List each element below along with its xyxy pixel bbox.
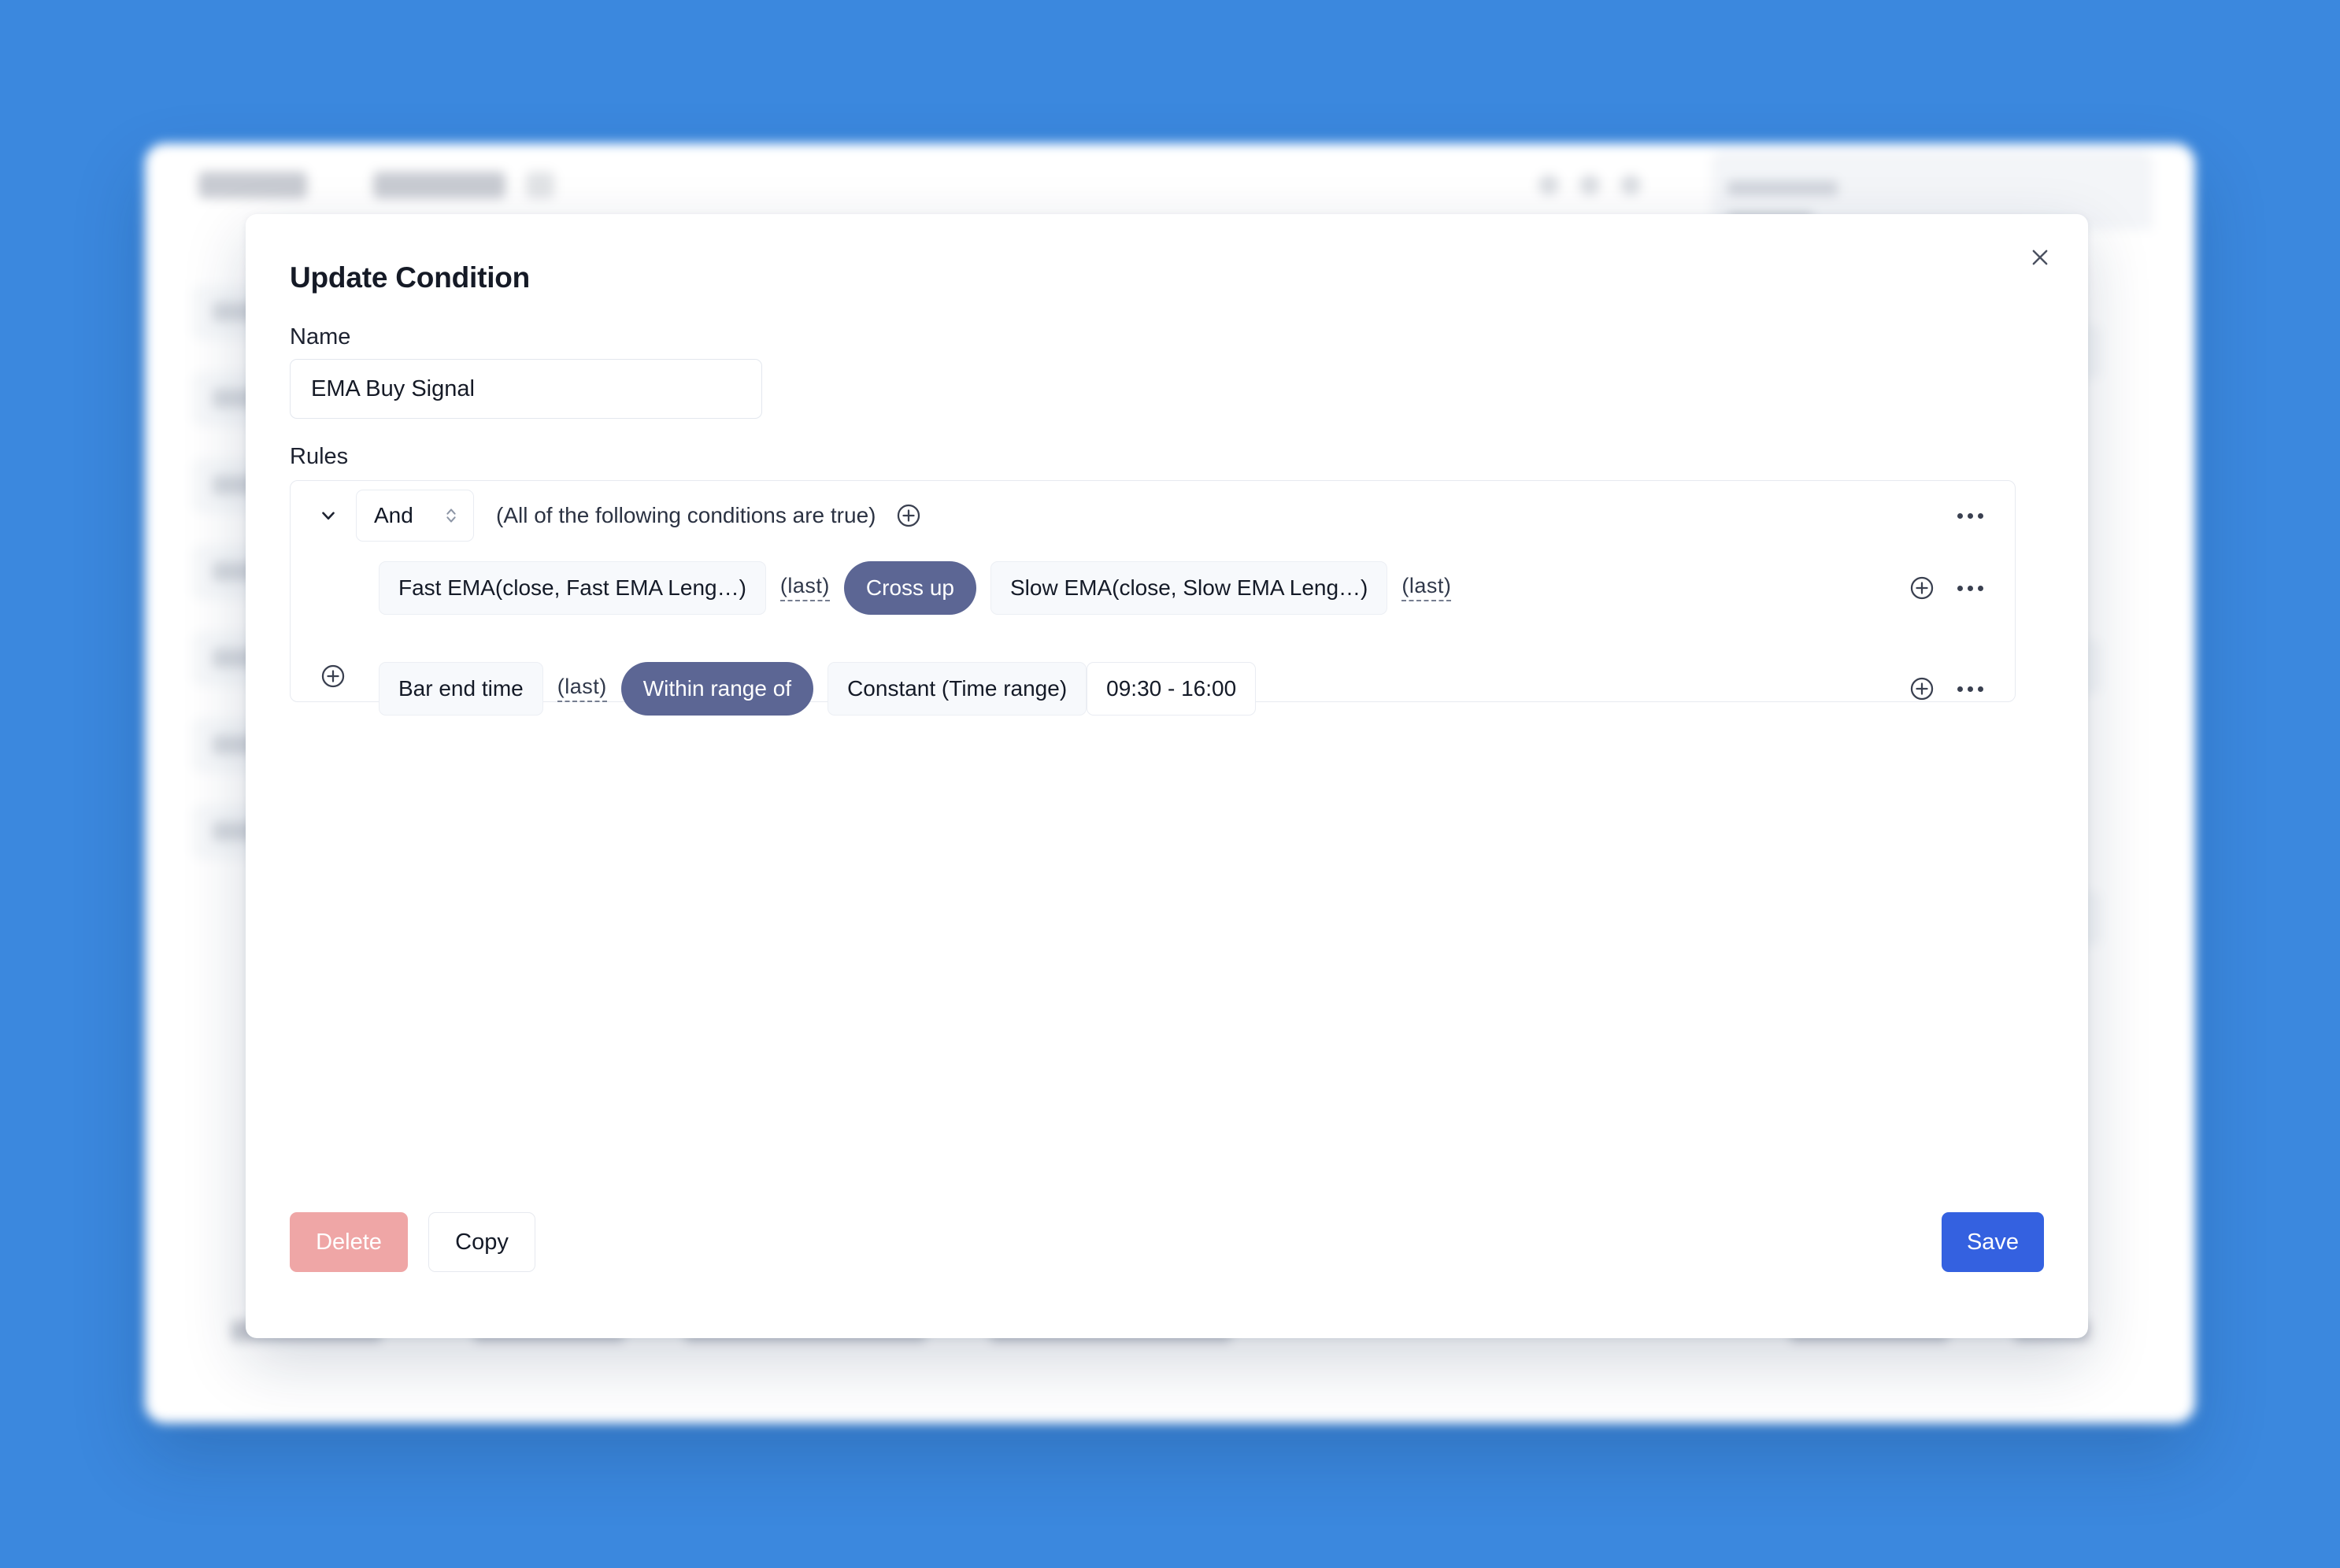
- add-rule-button[interactable]: [316, 659, 350, 693]
- save-button[interactable]: Save: [1942, 1212, 2044, 1272]
- copy-button[interactable]: Copy: [428, 1212, 535, 1272]
- circle-plus-icon[interactable]: [893, 500, 924, 531]
- ellipsis-icon[interactable]: [1952, 671, 1988, 707]
- rule-row: Fast EMA(close, Fast EMA Leng…) (last) C…: [291, 557, 2015, 619]
- close-icon[interactable]: [2019, 236, 2061, 279]
- right-operand-chip[interactable]: Constant (Time range): [828, 662, 1087, 716]
- delete-button[interactable]: Delete: [290, 1212, 408, 1272]
- logic-operator-select[interactable]: And: [356, 490, 474, 542]
- rule-row-actions: [1906, 657, 1988, 720]
- background-line: [1727, 181, 1838, 195]
- chevron-up-down-icon: [443, 505, 459, 527]
- page-title: Update Condition: [290, 261, 531, 294]
- dialog-footer: Delete Copy Save: [246, 1189, 2088, 1338]
- rule-row: Bar end time (last) Within range of Cons…: [291, 657, 2015, 720]
- rule-row-actions: [1906, 557, 1988, 619]
- ellipsis-icon[interactable]: [1952, 570, 1988, 606]
- left-modifier-tag[interactable]: (last): [557, 675, 607, 702]
- right-operand-chip[interactable]: Slow EMA(close, Slow EMA Leng…): [990, 561, 1388, 615]
- rules-section-label: Rules: [290, 444, 349, 469]
- right-modifier-tag[interactable]: (last): [1401, 575, 1452, 601]
- chevron-down-icon[interactable]: [313, 500, 344, 531]
- operator-chip[interactable]: Cross up: [843, 561, 976, 615]
- rule-group-header: And (All of the following conditions are…: [291, 481, 2015, 550]
- background-icon: [1538, 175, 1559, 195]
- rules-panel: And (All of the following conditions are…: [290, 480, 2016, 716]
- rule-group-actions: [1952, 481, 1988, 550]
- time-range-value[interactable]: 09:30 - 16:00: [1087, 662, 1257, 716]
- left-operand-chip[interactable]: Fast EMA(close, Fast EMA Leng…): [379, 561, 766, 615]
- ellipsis-icon[interactable]: [1952, 497, 1988, 534]
- name-field-label: Name: [290, 324, 351, 349]
- background-tab: [198, 172, 307, 198]
- logic-description: (All of the following conditions are tru…: [496, 503, 876, 527]
- left-operand-chip[interactable]: Bar end time: [379, 662, 543, 716]
- background-tab: [526, 172, 554, 198]
- background-tab: [373, 172, 505, 198]
- operator-chip[interactable]: Within range of: [620, 662, 814, 716]
- background-icon: [1579, 175, 1600, 195]
- background-icon: [1620, 175, 1641, 195]
- left-modifier-tag[interactable]: (last): [779, 575, 830, 601]
- name-input[interactable]: [290, 359, 762, 419]
- circle-plus-icon[interactable]: [1906, 673, 1938, 704]
- logic-operator-value: And: [374, 503, 413, 527]
- update-condition-dialog: Update Condition Name Rules And (All: [246, 214, 2088, 1338]
- circle-plus-icon[interactable]: [1906, 572, 1938, 604]
